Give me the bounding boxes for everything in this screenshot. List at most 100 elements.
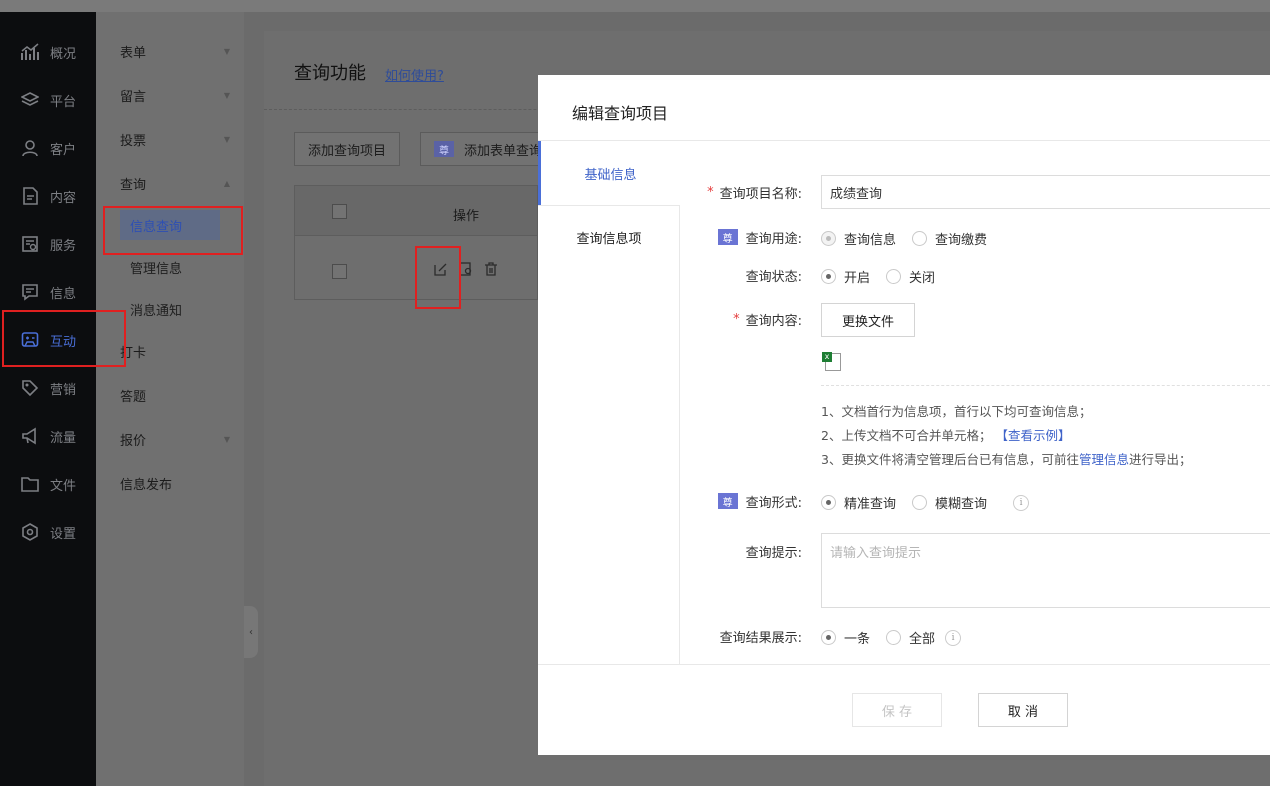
note-line-3: 3、更换文件将清空管理后台已有信息，可前往管理信息进行导出； [821,449,1192,468]
purpose-option-info[interactable]: 查询信息 [821,229,896,248]
rail-item-platform[interactable]: 平台 [0,76,96,124]
purpose-radio-group: 查询信息 查询缴费 [821,229,1003,248]
sub-item-quote[interactable]: 报价 ▼ [120,427,230,451]
rail-item-info[interactable]: 信息 [0,268,96,316]
form-option-exact[interactable]: 精准查询 [821,493,896,512]
primary-nav-rail: 概况 平台 客户 内容 服务 信息 互动 营销 流量 文件 设置 [0,12,96,786]
radio-button[interactable] [821,630,836,645]
caret-down-icon: ▼ [223,134,230,144]
divider [538,664,1270,665]
sub-item-checkin[interactable]: 打卡 [120,339,230,363]
rail-item-customers[interactable]: 客户 [0,124,96,172]
form-option-fuzzy[interactable]: 模糊查询 [912,493,987,512]
secondary-nav: 表单 ▼ 留言 ▼ 投票 ▼ 查询 ▲ 信息查询 管理信息 消息通知 打卡 答题 报价 ▼… [96,12,244,786]
rail-item-service[interactable]: 服务 [0,220,96,268]
save-button[interactable]: 保 存 [852,693,942,727]
select-all-checkbox[interactable] [332,204,347,219]
sub-child-notifications[interactable]: 消息通知 [120,294,220,324]
cancel-button[interactable]: 取 消 [978,693,1068,727]
rail-item-overview[interactable]: 概况 [0,28,96,76]
required-mark: * [733,311,740,327]
purpose-option-payment[interactable]: 查询缴费 [912,229,987,248]
sub-child-manage-info[interactable]: 管理信息 [120,252,220,282]
row-checkbox[interactable] [332,264,347,279]
sub-item-form[interactable]: 表单 ▼ [120,39,230,63]
radio-button[interactable] [821,495,836,510]
sub-item-query[interactable]: 查询 ▲ [120,171,230,195]
premium-badge: 尊 [434,141,454,157]
sub-item-label: 答题 [120,389,147,405]
note-text: 进行导出； [1128,452,1192,467]
delete-icon[interactable] [484,262,498,280]
excel-file-icon[interactable] [822,352,841,371]
status-option-on[interactable]: 开启 [821,267,870,286]
sidebar-collapse-toggle[interactable]: ‹ [244,606,258,658]
add-query-item-button[interactable]: 添加查询项目 [294,132,401,166]
radio-label: 全部 [909,632,936,647]
view-icon[interactable] [459,262,473,280]
highlight-interaction [2,310,126,367]
chevron-left-icon: ‹ [249,626,253,638]
note-text: 3、更换文件将清空管理后台已有信息，可前往 [821,452,1079,467]
query-form-label-text: 查询形式: [745,495,802,511]
highlight-edit-icon [415,246,461,309]
radio-button[interactable] [821,231,836,246]
basic-info-form: * 查询项目名称: 成绩查询 尊查询用途: 查询信息 查询缴费 查询状态: 开启 … [680,141,1270,665]
divider [821,385,1270,386]
radio-label: 一条 [844,632,871,647]
query-form-radio-group: 精准查询 模糊查询 i [821,493,1030,512]
rail-item-content[interactable]: 内容 [0,172,96,220]
name-label: * 查询项目名称: [680,175,802,209]
query-name-input[interactable]: 成绩查询 [821,175,1270,209]
settings-icon [20,522,40,542]
replace-file-button[interactable]: 更换文件 [821,303,915,337]
sub-item-quiz[interactable]: 答题 [120,383,230,407]
sub-item-label: 查询 [120,177,147,193]
caret-up-icon: ▲ [223,178,230,188]
tab-query-items[interactable]: 查询信息项 [538,205,680,269]
rail-item-label: 营销 [50,382,77,398]
tab-basic-info[interactable]: 基础信息 [538,141,680,205]
query-form-label: 尊查询形式: [680,491,802,511]
highlight-info-query [103,206,243,255]
rail-item-settings[interactable]: 设置 [0,508,96,556]
radio-button[interactable] [886,269,902,284]
sub-item-message[interactable]: 留言 ▼ [120,83,230,107]
chart-icon [20,42,40,62]
rail-item-label: 服务 [50,238,77,254]
caret-down-icon: ▼ [223,434,230,444]
sub-item-publish[interactable]: 信息发布 [120,471,230,495]
sub-item-vote[interactable]: 投票 ▼ [120,127,230,151]
premium-badge: 尊 [717,493,738,509]
caret-down-icon: ▼ [223,90,230,100]
result-display-label: 查询结果展示: [719,630,802,646]
result-option-one[interactable]: 一条 [821,628,870,647]
rail-item-traffic[interactable]: 流量 [0,412,96,460]
help-link[interactable]: 如何使用? [385,65,444,84]
radio-button[interactable] [886,630,902,645]
name-label-text: 查询项目名称: [719,186,802,202]
query-hint-textarea[interactable]: 请输入查询提示 [821,533,1270,608]
caret-down-icon: ▼ [223,46,230,56]
result-option-all[interactable]: 全部 [886,628,935,647]
rail-item-files[interactable]: 文件 [0,460,96,508]
status-option-off[interactable]: 关闭 [886,267,935,286]
info-icon[interactable]: i [1013,494,1030,511]
add-form-query-label: 添加表单查询 [464,143,543,159]
hint-label: 查询提示: [745,545,802,561]
layers-icon [20,90,40,110]
radio-button[interactable] [912,231,928,246]
manage-info-link[interactable]: 管理信息 [1079,452,1129,467]
rail-item-marketing[interactable]: 营销 [0,364,96,412]
rail-item-label: 流量 [50,430,77,446]
view-example-link[interactable]: 【查看示例】 [995,428,1070,443]
radio-button[interactable] [912,495,928,510]
note-line-2: 2、上传文档不可合并单元格； 【查看示例】 [821,425,1070,444]
status-label: 查询状态: [745,269,802,285]
info-icon[interactable]: i [945,629,962,646]
radio-button[interactable] [821,269,836,284]
rail-item-label: 概况 [50,46,77,62]
add-form-query-button[interactable]: 尊 添加表单查询 [420,132,557,166]
dialog-title: 编辑查询项目 [572,104,669,123]
edit-query-dialog: 编辑查询项目 基础信息 查询信息项 * 查询项目名称: 成绩查询 尊查询用途: 查… [538,75,1270,755]
